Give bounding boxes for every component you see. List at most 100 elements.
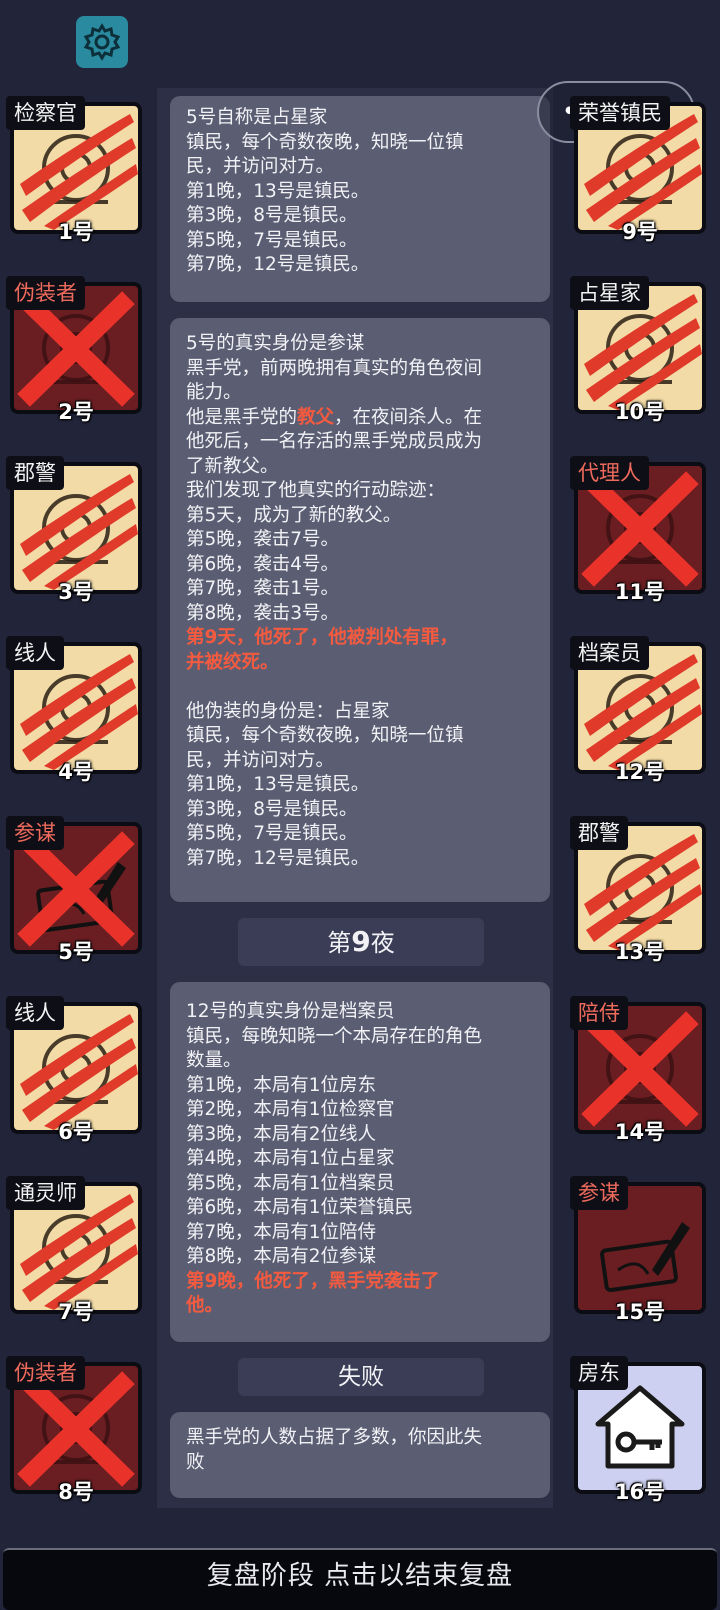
death-line: 并被绞死。 <box>186 651 279 673</box>
archivist-line: 第5晚，本局有1位档案员 <box>186 1172 395 1194</box>
role-label: 通灵师 <box>6 1176 85 1210</box>
role-label: 参谋 <box>6 816 64 850</box>
role-label: 线人 <box>6 636 64 670</box>
reveal-line: 他死后，一名存活的黑手党成员成为 <box>186 431 483 452</box>
player-number: 7号 <box>58 1300 94 1324</box>
player-number: 2号 <box>58 400 94 424</box>
role-label: 郡警 <box>570 816 628 850</box>
role-label: 荣誉镇民 <box>570 96 670 130</box>
player-card[interactable]: 档案员 12号 <box>570 636 706 784</box>
claim-line: 5号自称是占星家 <box>186 107 328 128</box>
reveal-line: 第1晚，13号是镇民。 <box>186 774 370 795</box>
role-label: 线人 <box>6 996 64 1030</box>
player-card[interactable]: 伪装者 8号 <box>6 1356 142 1504</box>
claim-box: 5号自称是占星家 镇民，每个奇数夜晚，知晓一位镇 民，并访问对方。 第1晚，13… <box>170 96 550 302</box>
archivist-line: 第8晚，本局有2位参谋 <box>186 1246 377 1267</box>
reveal-line: 黑手党，前两晚拥有真实的角色夜间 <box>186 357 483 379</box>
archivist-line: 第6晚，本局有1位荣誉镇民 <box>186 1197 414 1218</box>
reveal-line: 他伪装的身份是：占星家 <box>186 700 390 722</box>
result-line: 黑手党的人数占据了多数，你因此失 <box>186 1427 483 1448</box>
archivist-line: 第7晚，本局有1位陪侍 <box>186 1221 377 1243</box>
night-header: 第9夜 <box>238 918 484 966</box>
reveal-line: 第7晚，12号是镇民。 <box>186 847 370 869</box>
result-header: 失败 <box>238 1358 484 1396</box>
night-number: 9 <box>351 925 371 958</box>
reveal-line: 能力。 <box>186 382 242 403</box>
reveal-line: 民，并访问对方。 <box>186 749 335 771</box>
reveal-box: 5号的真实身份是参谋 黑手党，前两晚拥有真实的角色夜间 能力。 他是黑手党的教父… <box>170 318 550 902</box>
reveal-line: 我们发现了他真实的行动踪迹： <box>186 480 446 501</box>
gear-icon <box>83 23 121 61</box>
reveal-line: 第5晚，7号是镇民。 <box>186 823 358 844</box>
archivist-line: 12号的真实身份是档案员 <box>186 1001 395 1022</box>
archivist-line: 第3晚，本局有2位线人 <box>186 1123 377 1145</box>
godfather-highlight: 教父 <box>297 406 335 428</box>
player-card[interactable]: 线人 6号 <box>6 996 142 1144</box>
reveal-line: 第8晚，袭击3号。 <box>186 602 340 624</box>
archivist-box: 12号的真实身份是档案员 镇民，每晚知晓一个本局存在的角色 数量。 第1晚，本局… <box>170 982 550 1342</box>
reveal-line: 5号的真实身份是参谋 <box>186 333 365 354</box>
player-card[interactable]: 检察官 1号 <box>6 96 142 244</box>
reveal-line: 镇民，每个奇数夜晚，知晓一位镇 <box>186 725 464 746</box>
player-card[interactable]: 代理人 11号 <box>570 456 706 604</box>
role-label: 陪侍 <box>570 996 628 1030</box>
role-label: 档案员 <box>570 636 649 670</box>
player-card[interactable]: 郡警 3号 <box>6 456 142 604</box>
reveal-line: 了新教父。 <box>186 455 279 477</box>
player-number: 11号 <box>614 580 666 604</box>
player-number: 16号 <box>614 1480 666 1504</box>
player-number: 9号 <box>622 220 658 244</box>
role-label: 检察官 <box>6 96 85 130</box>
player-card[interactable]: 通灵师 7号 <box>6 1176 142 1324</box>
role-label: 郡警 <box>6 456 64 490</box>
player-card[interactable]: 参谋 15号 <box>570 1176 706 1324</box>
player-number: 12号 <box>614 760 666 784</box>
settings-button[interactable] <box>76 16 128 68</box>
player-number: 1号 <box>58 220 94 244</box>
reveal-text: 他是黑手党的 <box>186 406 298 428</box>
death-line: 第9天，他死了，他被判处有罪， <box>186 627 458 648</box>
player-number: 15号 <box>614 1300 666 1324</box>
role-label: 房东 <box>570 1356 628 1390</box>
claim-line: 第1晚，13号是镇民。 <box>186 180 370 202</box>
player-number: 4号 <box>58 760 94 784</box>
role-label: 代理人 <box>570 456 649 490</box>
player-number: 5号 <box>58 940 94 964</box>
reveal-line: 第6晚，袭击4号。 <box>186 553 340 575</box>
player-card[interactable]: 占星家 10号 <box>570 276 706 424</box>
player-card[interactable]: 房东 16号 <box>570 1356 706 1504</box>
end-review-bar[interactable]: 复盘阶段 点击以结束复盘 <box>3 1548 717 1610</box>
archivist-line: 数量。 <box>186 1050 242 1071</box>
reveal-line: 第5晚，袭击7号。 <box>186 529 340 550</box>
player-card[interactable]: 荣誉镇民 9号 <box>570 96 706 244</box>
player-number: 13号 <box>614 940 666 964</box>
archivist-line: 第4晚，本局有1位占星家 <box>186 1148 395 1169</box>
player-card[interactable]: 陪侍 14号 <box>570 996 706 1144</box>
reveal-line: 第5天，成为了新的教父。 <box>186 504 402 526</box>
claim-line: 第5晚，7号是镇民。 <box>186 229 358 251</box>
reveal-line: 第3晚，8号是镇民。 <box>186 798 358 820</box>
player-number: 14号 <box>614 1120 666 1144</box>
reveal-line: 他是黑手党的教父，在夜间杀人。在 <box>186 406 534 431</box>
night-suffix: 夜 <box>370 929 395 957</box>
night-prefix: 第 <box>327 929 352 957</box>
result-line: 败 <box>186 1451 205 1473</box>
player-number: 10号 <box>614 400 666 424</box>
player-number: 6号 <box>58 1120 94 1144</box>
player-card[interactable]: 伪装者 2号 <box>6 276 142 424</box>
death-line: 他。 <box>186 1295 224 1316</box>
claim-line: 第7晚，12号是镇民。 <box>186 254 370 275</box>
role-label: 伪装者 <box>6 1356 85 1390</box>
player-card[interactable]: 郡警 13号 <box>570 816 706 964</box>
result-box: 黑手党的人数占据了多数，你因此失 败 <box>170 1412 550 1498</box>
archivist-line: 第1晚，本局有1位房东 <box>186 1074 377 1096</box>
death-line: 第9晚，他死了，黑手党袭击了 <box>186 1270 440 1292</box>
archivist-line: 镇民，每晚知晓一个本局存在的角色 <box>186 1025 483 1047</box>
player-number: 8号 <box>58 1480 94 1504</box>
claim-line: 民，并访问对方。 <box>186 156 335 177</box>
player-card[interactable]: 线人 4号 <box>6 636 142 784</box>
role-label: 参谋 <box>570 1176 628 1210</box>
player-card[interactable]: 参谋 5号 <box>6 816 142 964</box>
claim-line: 镇民，每个奇数夜晚，知晓一位镇 <box>186 131 464 153</box>
